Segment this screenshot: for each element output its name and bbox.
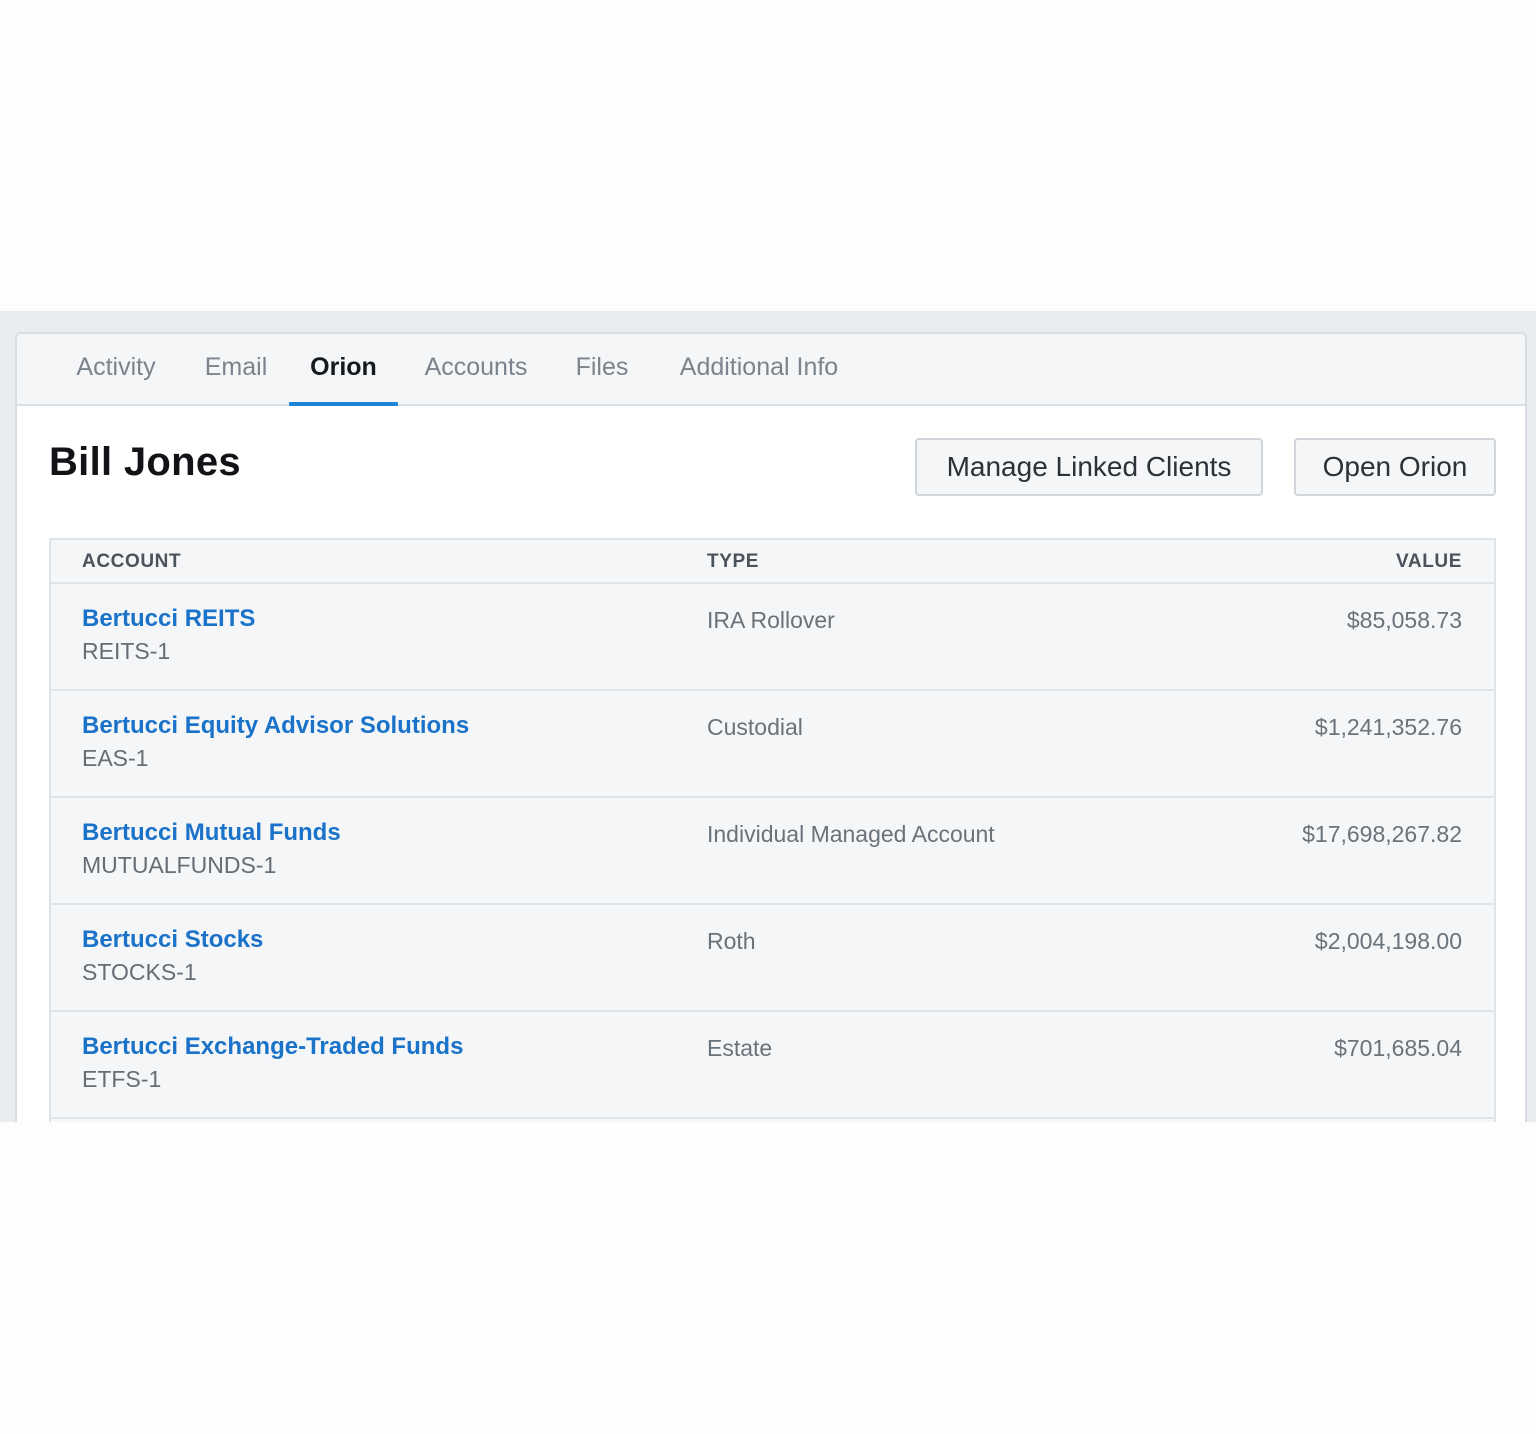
account-value: $85,058.73	[1346, 607, 1462, 633]
column-header-account[interactable]: ACCOUNT	[82, 540, 181, 584]
account-name-link[interactable]: Bertucci Stocks	[82, 926, 263, 954]
tab-email[interactable]: Email	[203, 334, 269, 404]
accounts-table: ACCOUNT TYPE VALUE Bertucci REITS REITS-…	[49, 538, 1496, 1122]
account-type: Estate	[707, 1035, 773, 1061]
account-type: IRA Rollover	[707, 607, 835, 633]
column-header-type[interactable]: TYPE	[707, 540, 759, 584]
client-card: Activity Email Orion Accounts Files Addi…	[15, 332, 1527, 1122]
screenshot-frame: Activity Email Orion Accounts Files Addi…	[0, 311, 1536, 1122]
account-code: MUTUALFUNDS-1	[82, 852, 277, 878]
tab-bar: Activity Email Orion Accounts Files Addi…	[17, 334, 1525, 406]
account-name-link[interactable]: Bertucci Exchange-Traded Funds	[82, 1033, 463, 1061]
account-code: ETFS-1	[82, 1066, 162, 1092]
manage-linked-clients-button[interactable]: Manage Linked Clients	[915, 438, 1263, 496]
tab-orion[interactable]: Orion	[289, 334, 398, 406]
tab-activity[interactable]: Activity	[69, 334, 163, 404]
account-type: Custodial	[707, 714, 803, 740]
column-header-value[interactable]: VALUE	[1396, 540, 1462, 584]
table-header: ACCOUNT TYPE VALUE	[51, 540, 1494, 584]
account-code: REITS-1	[82, 638, 171, 664]
table-row: Bertucci Stocks STOCKS-1 Roth $2,004,198…	[51, 905, 1494, 1012]
account-code: EAS-1	[82, 745, 149, 771]
table-row-partial	[51, 1119, 1494, 1122]
table-row: Bertucci Exchange-Traded Funds ETFS-1 Es…	[51, 1012, 1494, 1119]
account-type: Individual Managed Account	[707, 821, 995, 847]
account-type: Roth	[707, 928, 756, 954]
table-row: Bertucci Equity Advisor Solutions EAS-1 …	[51, 691, 1494, 798]
account-code: STOCKS-1	[82, 959, 197, 985]
table-row: Bertucci REITS REITS-1 IRA Rollover $85,…	[51, 584, 1494, 691]
account-name-link[interactable]: Bertucci Mutual Funds	[82, 819, 341, 847]
open-orion-button[interactable]: Open Orion	[1294, 438, 1496, 496]
account-name-link[interactable]: Bertucci REITS	[82, 605, 255, 633]
tab-additional-info[interactable]: Additional Info	[671, 334, 847, 404]
account-value: $2,004,198.00	[1314, 928, 1462, 954]
tab-accounts[interactable]: Accounts	[419, 334, 533, 404]
account-name-link[interactable]: Bertucci Equity Advisor Solutions	[82, 712, 469, 740]
table-row: Bertucci Mutual Funds MUTUALFUNDS-1 Indi…	[51, 798, 1494, 905]
tab-files[interactable]: Files	[573, 334, 631, 404]
account-value: $701,685.04	[1334, 1035, 1462, 1061]
account-value: $17,698,267.82	[1302, 821, 1462, 847]
page-title: Bill Jones	[49, 440, 241, 484]
account-value: $1,241,352.76	[1314, 714, 1462, 740]
